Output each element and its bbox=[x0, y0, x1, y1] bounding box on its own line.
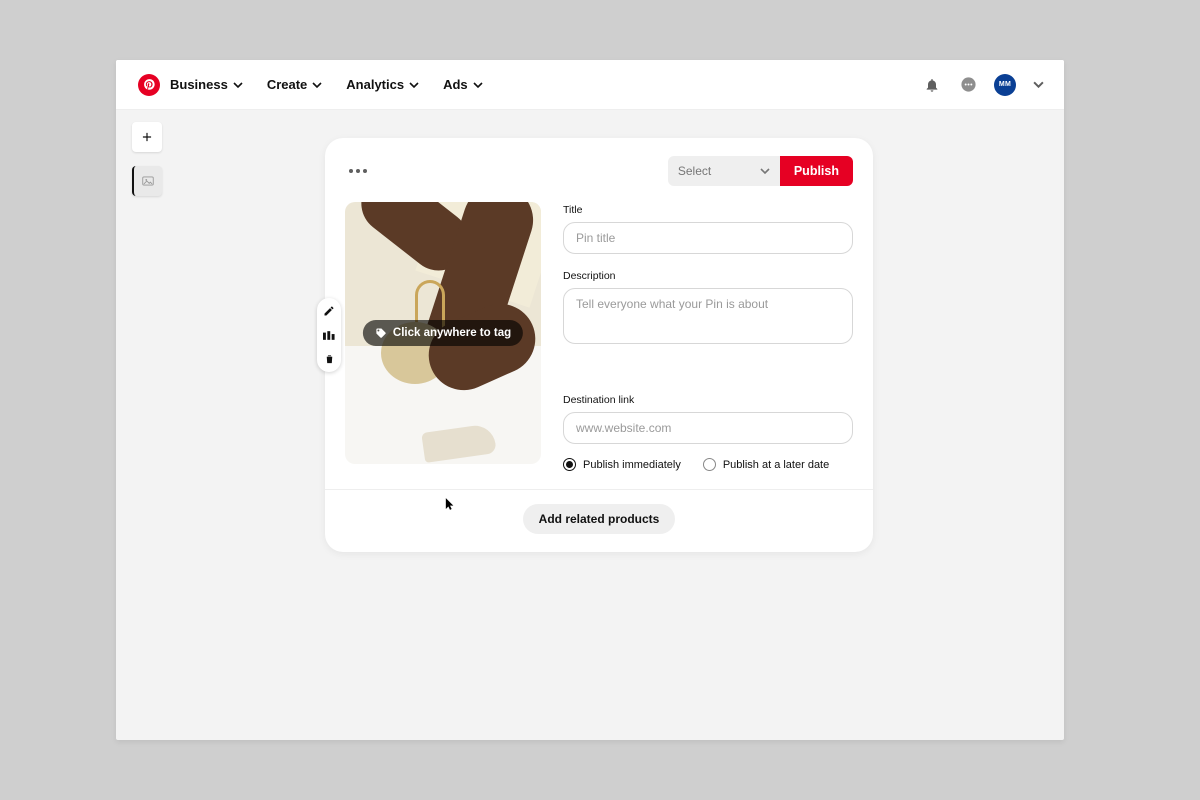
top-nav: Business Create Analytics Ads bbox=[116, 60, 1064, 110]
avatar[interactable]: MM bbox=[994, 74, 1016, 96]
edit-button[interactable] bbox=[322, 304, 336, 318]
form-column: Title Description Destination link Publi… bbox=[563, 202, 853, 489]
publish-schedule-radio-group: Publish immediately Publish at a later d… bbox=[563, 458, 853, 471]
preview-toolbar bbox=[317, 298, 341, 372]
nav-item-business[interactable]: Business bbox=[170, 77, 243, 92]
nav-label: Analytics bbox=[346, 77, 404, 92]
plus-icon bbox=[140, 130, 154, 144]
radio-selected-icon bbox=[563, 458, 576, 471]
publish-button[interactable]: Publish bbox=[780, 156, 853, 186]
dots-icon bbox=[349, 169, 353, 173]
card-header: Select Publish bbox=[345, 156, 853, 186]
radio-unselected-icon bbox=[703, 458, 716, 471]
board-select-label: Select bbox=[678, 164, 711, 178]
description-input[interactable] bbox=[563, 288, 853, 344]
account-menu-chevron-icon[interactable] bbox=[1032, 75, 1044, 95]
title-label: Title bbox=[563, 204, 853, 216]
link-label: Destination link bbox=[563, 394, 853, 406]
chevron-down-icon bbox=[233, 80, 243, 90]
avatar-initials: MM bbox=[999, 81, 1011, 88]
tag-icon bbox=[375, 327, 387, 339]
nav-label: Ads bbox=[443, 77, 468, 92]
notifications-bell-icon[interactable] bbox=[922, 75, 942, 95]
nav-item-analytics[interactable]: Analytics bbox=[346, 77, 419, 92]
radio-label: Publish immediately bbox=[583, 459, 681, 471]
delete-button[interactable] bbox=[322, 352, 336, 366]
publish-later-option[interactable]: Publish at a later date bbox=[703, 458, 829, 471]
pin-image-preview[interactable]: Click anywhere to tag bbox=[345, 202, 541, 464]
nav-item-ads[interactable]: Ads bbox=[443, 77, 483, 92]
nav-menu: Business Create Analytics Ads bbox=[170, 77, 483, 92]
board-select[interactable]: Select bbox=[668, 156, 780, 186]
card-footer: Add related products bbox=[325, 489, 873, 552]
nav-item-create[interactable]: Create bbox=[267, 77, 322, 92]
nav-label: Create bbox=[267, 77, 307, 92]
chevron-down-icon bbox=[760, 166, 770, 176]
app-window: Business Create Analytics Ads bbox=[116, 60, 1064, 740]
trash-icon bbox=[324, 353, 335, 365]
publish-immediately-option[interactable]: Publish immediately bbox=[563, 458, 681, 471]
tag-overlay[interactable]: Click anywhere to tag bbox=[363, 320, 523, 346]
pencil-icon bbox=[323, 305, 335, 317]
chevron-down-icon bbox=[312, 80, 322, 90]
nav-right-icons: MM bbox=[922, 74, 1044, 96]
nav-label: Business bbox=[170, 77, 228, 92]
card-body: Click anywhere to tag Title Description … bbox=[345, 202, 853, 489]
tag-overlay-text: Click anywhere to tag bbox=[393, 327, 511, 339]
chevron-down-icon bbox=[473, 80, 483, 90]
add-related-products-button[interactable]: Add related products bbox=[523, 504, 676, 534]
more-options-button[interactable] bbox=[345, 165, 371, 177]
pinterest-logo-icon[interactable] bbox=[138, 74, 160, 96]
radio-label: Publish at a later date bbox=[723, 459, 829, 471]
header-actions: Select Publish bbox=[668, 156, 853, 186]
new-pin-button[interactable] bbox=[132, 122, 162, 152]
description-label: Description bbox=[563, 270, 853, 282]
image-icon bbox=[141, 174, 155, 188]
crop-button[interactable] bbox=[322, 328, 336, 342]
grid-columns-icon bbox=[323, 330, 336, 341]
chevron-down-icon bbox=[409, 80, 419, 90]
pin-builder-card: Select Publish bbox=[325, 138, 873, 552]
pin-draft-thumbnail[interactable] bbox=[132, 166, 162, 196]
left-rail bbox=[132, 122, 162, 196]
destination-link-input[interactable] bbox=[563, 412, 853, 444]
messages-icon[interactable] bbox=[958, 75, 978, 95]
title-input[interactable] bbox=[563, 222, 853, 254]
preview-column: Click anywhere to tag bbox=[345, 202, 541, 489]
